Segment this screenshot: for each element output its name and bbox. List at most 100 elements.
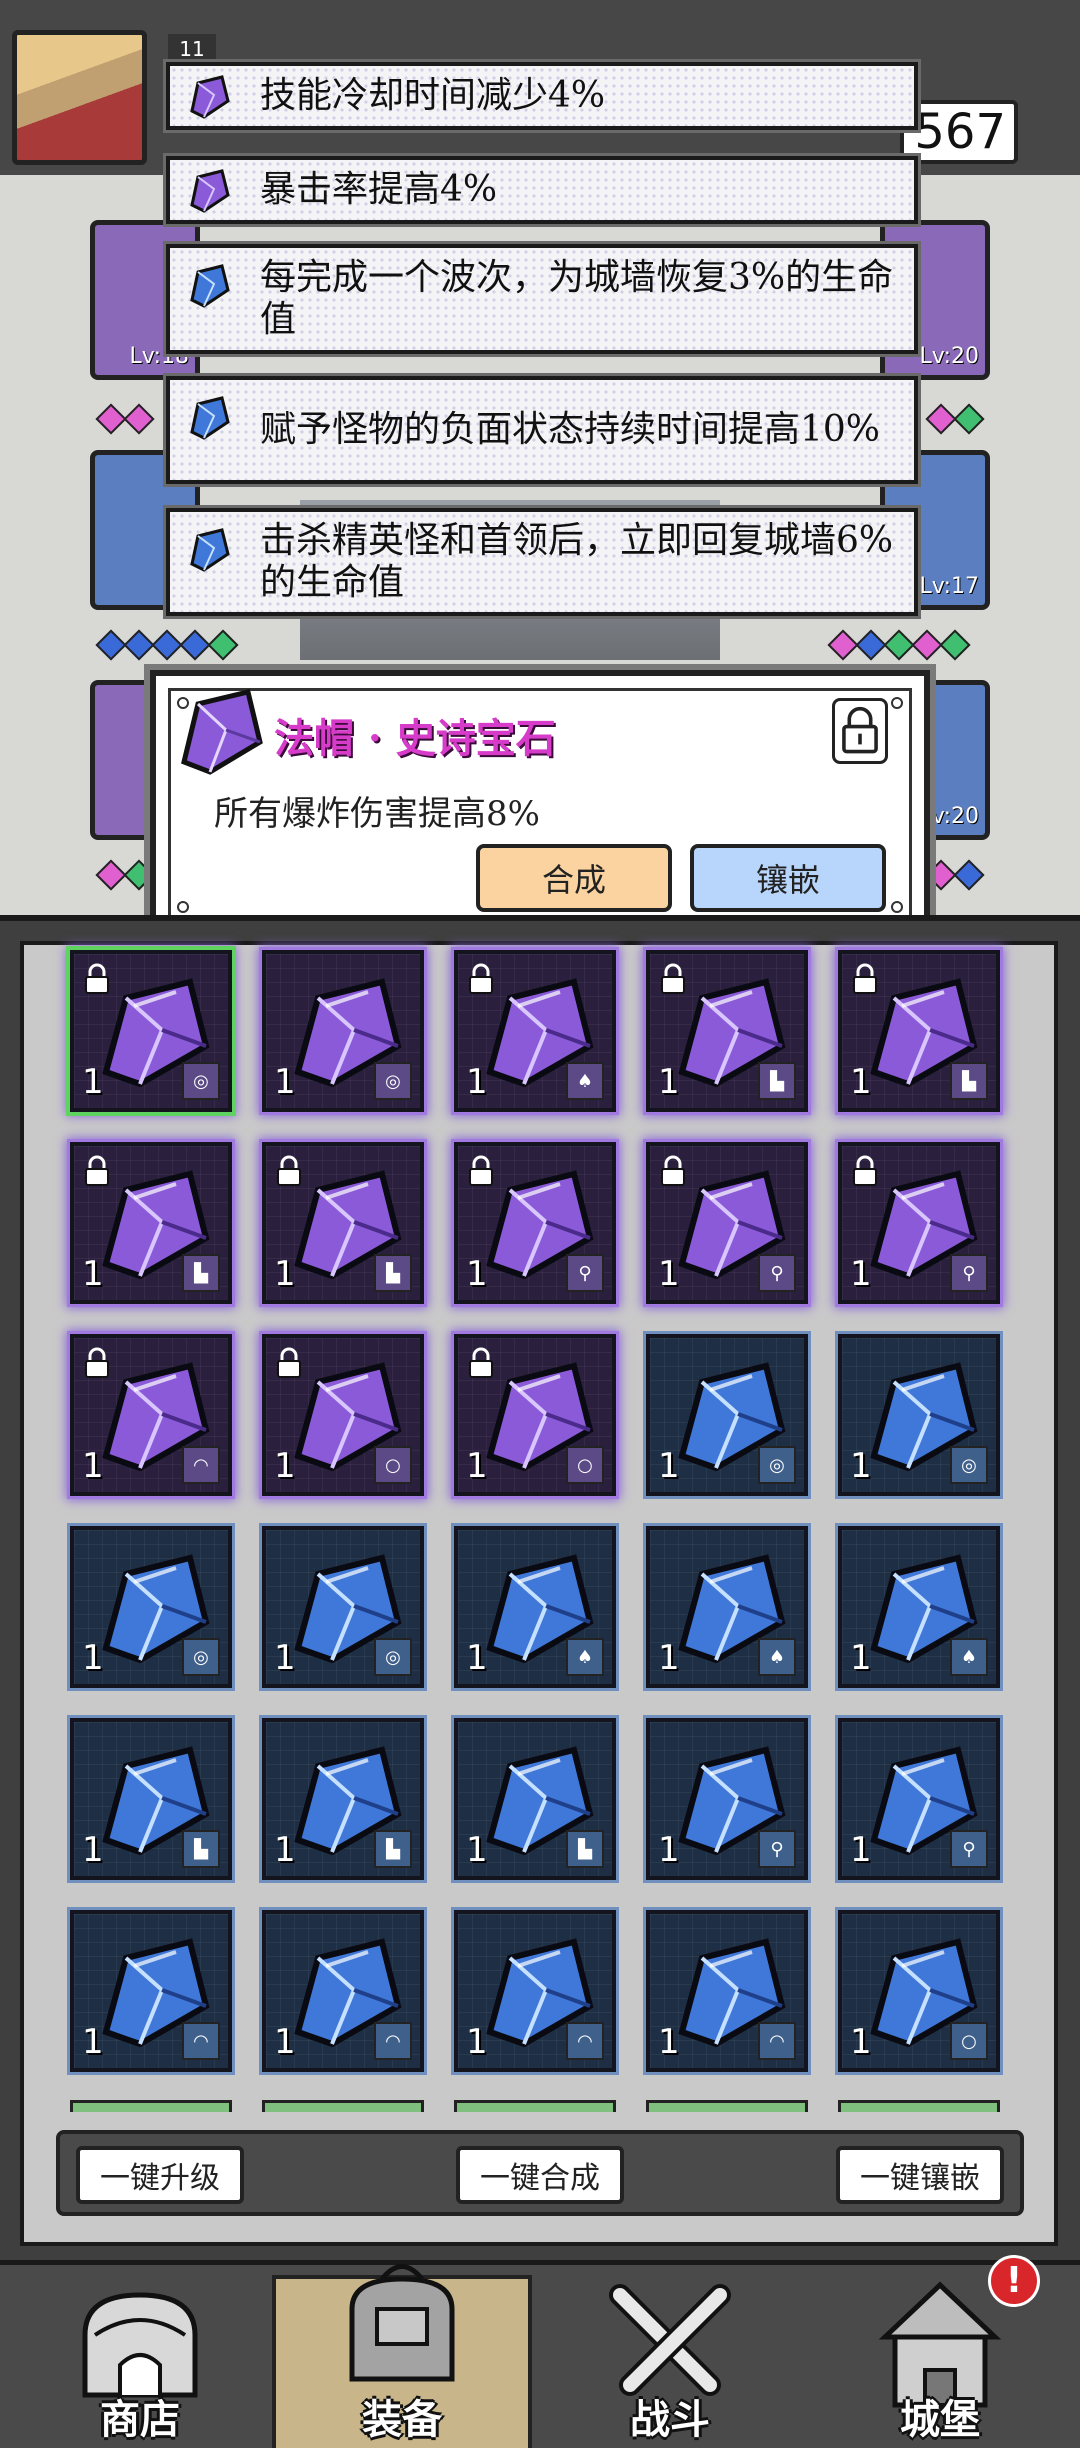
gem-count: 1	[658, 1638, 680, 1678]
gem-slot[interactable]: 1 ⚲	[646, 1142, 808, 1304]
gem-slot[interactable]: 1 ⚲	[838, 1142, 1000, 1304]
gem-slot[interactable]: 1 ○	[454, 1334, 616, 1496]
upgrade-all-button[interactable]: 一键升级	[76, 2146, 244, 2204]
gem-count: 1	[466, 2022, 488, 2062]
gem-slot[interactable]: 1 ▙	[646, 950, 808, 1112]
gem-slot[interactable]: 1 ◎	[70, 1526, 232, 1688]
gem-effect-tooltip: 赋予怪物的负面状态持续时间提高10%	[166, 376, 918, 484]
gem-count: 1	[658, 1062, 680, 1102]
slot-level: Lv:20	[919, 344, 979, 369]
next-row-peek	[70, 2100, 1000, 2112]
gem-slot[interactable]: 1 ▙	[262, 1142, 424, 1304]
gem-slot[interactable]: 1 ♠	[838, 1526, 1000, 1688]
ring-slot-type-icon: ○	[950, 2022, 988, 2060]
gem-count: 1	[658, 2022, 680, 2062]
nav-label: 战斗	[630, 2397, 710, 2443]
gem-count: 1	[82, 2022, 104, 2062]
boot-slot-type-icon: ▙	[374, 1254, 412, 1292]
boot-slot-type-icon: ▙	[950, 1062, 988, 1100]
lock-toggle-button[interactable]	[832, 698, 888, 764]
gem-count: 1	[82, 1254, 104, 1294]
nav-label: 城堡	[900, 2397, 980, 2443]
gem-slot[interactable]: 1 ○	[262, 1334, 424, 1496]
hat-slot-type-icon: ◎	[758, 1446, 796, 1484]
merge-button[interactable]: 合成	[476, 844, 672, 912]
lock-icon	[853, 963, 877, 994]
epic-gem-icon	[181, 688, 263, 775]
epic-gem-icon	[190, 169, 230, 213]
gem-count: 1	[274, 1062, 296, 1102]
gem-slot[interactable]: 1 ◎	[262, 1526, 424, 1688]
gem-slot[interactable]: 1 ⚲	[646, 1718, 808, 1880]
gem-count: 1	[466, 1062, 488, 1102]
nav-tab-equipment[interactable]: 装备	[272, 2264, 532, 2448]
gem-slot[interactable]: 1 ♠	[454, 1526, 616, 1688]
gem-slot[interactable]: 1 ◎	[70, 950, 232, 1112]
gem-slot[interactable]: 1 ◎	[838, 1334, 1000, 1496]
ring-slot-type-icon: ○	[566, 1446, 604, 1484]
cap-slot-type-icon: ◠	[182, 1446, 220, 1484]
gem-slot[interactable]: 1 ○	[838, 1910, 1000, 2072]
gem-slot[interactable]: 1 ▙	[262, 1718, 424, 1880]
lock-icon	[85, 1155, 109, 1186]
gem-slot[interactable]: 1 ◠	[262, 1910, 424, 2072]
gem-slot[interactable]: 1 ◎	[646, 1334, 808, 1496]
card-rivet	[177, 901, 189, 913]
gem-count: 1	[274, 1830, 296, 1870]
gem-slot[interactable]: 1 ▙	[70, 1718, 232, 1880]
gem-slot[interactable]: 1 ▙	[70, 1142, 232, 1304]
gem-slot[interactable]: 1 ⚲	[454, 1142, 616, 1304]
staff-slot-type-icon: ⚲	[758, 1830, 796, 1868]
gem-slot[interactable]: 1 ▙	[454, 1718, 616, 1880]
gem-count: 1	[82, 1446, 104, 1486]
gem-slot[interactable]: 1 ♠	[454, 950, 616, 1112]
rare-gem-icon	[190, 264, 230, 308]
gem-grid: 1 ◎ 1 ◎ 1 ♠ 1 ▙ 1 ▙ 1 ▙ 1 ▙ 1 ⚲ 1 ⚲ 1 ⚲ 1 ◠ 1 ○ 1 ○ 1 ◎ 1 ◎ 1 ◎ 1 ◎ 1 ♠ 1 ♠ 1 ♠…	[70, 950, 1000, 2072]
lock-icon	[469, 963, 493, 994]
socket-dots-left-2	[95, 629, 239, 661]
hat-slot-type-icon: ◎	[182, 1638, 220, 1676]
lock-icon	[661, 963, 685, 994]
boot-slot-type-icon: ▙	[374, 1830, 412, 1868]
lock-icon	[842, 706, 878, 754]
gem-count: 1	[466, 1254, 488, 1294]
gem-description: 所有爆炸伤害提高8%	[214, 794, 540, 834]
hat-slot-type-icon: ◎	[950, 1446, 988, 1484]
tooltip-text: 技能冷却时间减少4%	[260, 75, 606, 116]
boot-slot-type-icon: ▙	[758, 1062, 796, 1100]
gem-slot[interactable]: 1 ♠	[646, 1526, 808, 1688]
tooltip-text: 赋予怪物的负面状态持续时间提高10%	[260, 409, 881, 450]
shop-icon	[82, 2292, 198, 2398]
gem-slot[interactable]: 1 ◠	[70, 1334, 232, 1496]
gem-slot[interactable]: 1 ◠	[454, 1910, 616, 2072]
nav-tab-shop[interactable]: 商店	[10, 2275, 270, 2448]
inlay-button[interactable]: 镶嵌	[690, 844, 886, 912]
gem-slot[interactable]: 1 ◎	[262, 950, 424, 1112]
card-rivet	[891, 901, 903, 913]
nav-tab-castle[interactable]: ! 城堡	[810, 2255, 1070, 2448]
slot-level: Lv:17	[919, 574, 979, 599]
merge-all-button[interactable]: 一键合成	[456, 2146, 624, 2204]
gem-count: 1	[658, 1830, 680, 1870]
nav-tab-battle[interactable]: 战斗	[540, 2275, 800, 2448]
staff-slot-type-icon: ⚲	[950, 1254, 988, 1292]
bulk-action-bar: 一键升级 一键合成 一键镶嵌	[56, 2130, 1024, 2216]
gem-slot[interactable]: 1 ◠	[646, 1910, 808, 2072]
cap-slot-type-icon: ◠	[182, 2022, 220, 2060]
gem-slot[interactable]: 1 ◠	[70, 1910, 232, 2072]
staff-slot-type-icon: ⚲	[566, 1254, 604, 1292]
armor-slot-type-icon: ♠	[950, 1638, 988, 1676]
castle-alert-badge: !	[988, 2255, 1040, 2307]
ring-slot-type-icon: ○	[374, 1446, 412, 1484]
nav-label: 装备	[362, 2397, 442, 2443]
gem-count: 1	[850, 1830, 872, 1870]
inlay-all-button[interactable]: 一键镶嵌	[836, 2146, 1004, 2204]
tooltip-text: 暴击率提高4%	[260, 169, 498, 210]
gem-slot[interactable]: 1 ▙	[838, 950, 1000, 1112]
gem-title: 法帽 · 史诗宝石	[274, 715, 556, 762]
gem-slot[interactable]: 1 ⚲	[838, 1718, 1000, 1880]
gem-effect-tooltip: 每完成一个波次，为城墙恢复3%的生命值	[166, 244, 918, 354]
gem-count: 1	[82, 1062, 104, 1102]
gem-count: 1	[850, 1446, 872, 1486]
hero-avatar[interactable]	[12, 30, 147, 165]
